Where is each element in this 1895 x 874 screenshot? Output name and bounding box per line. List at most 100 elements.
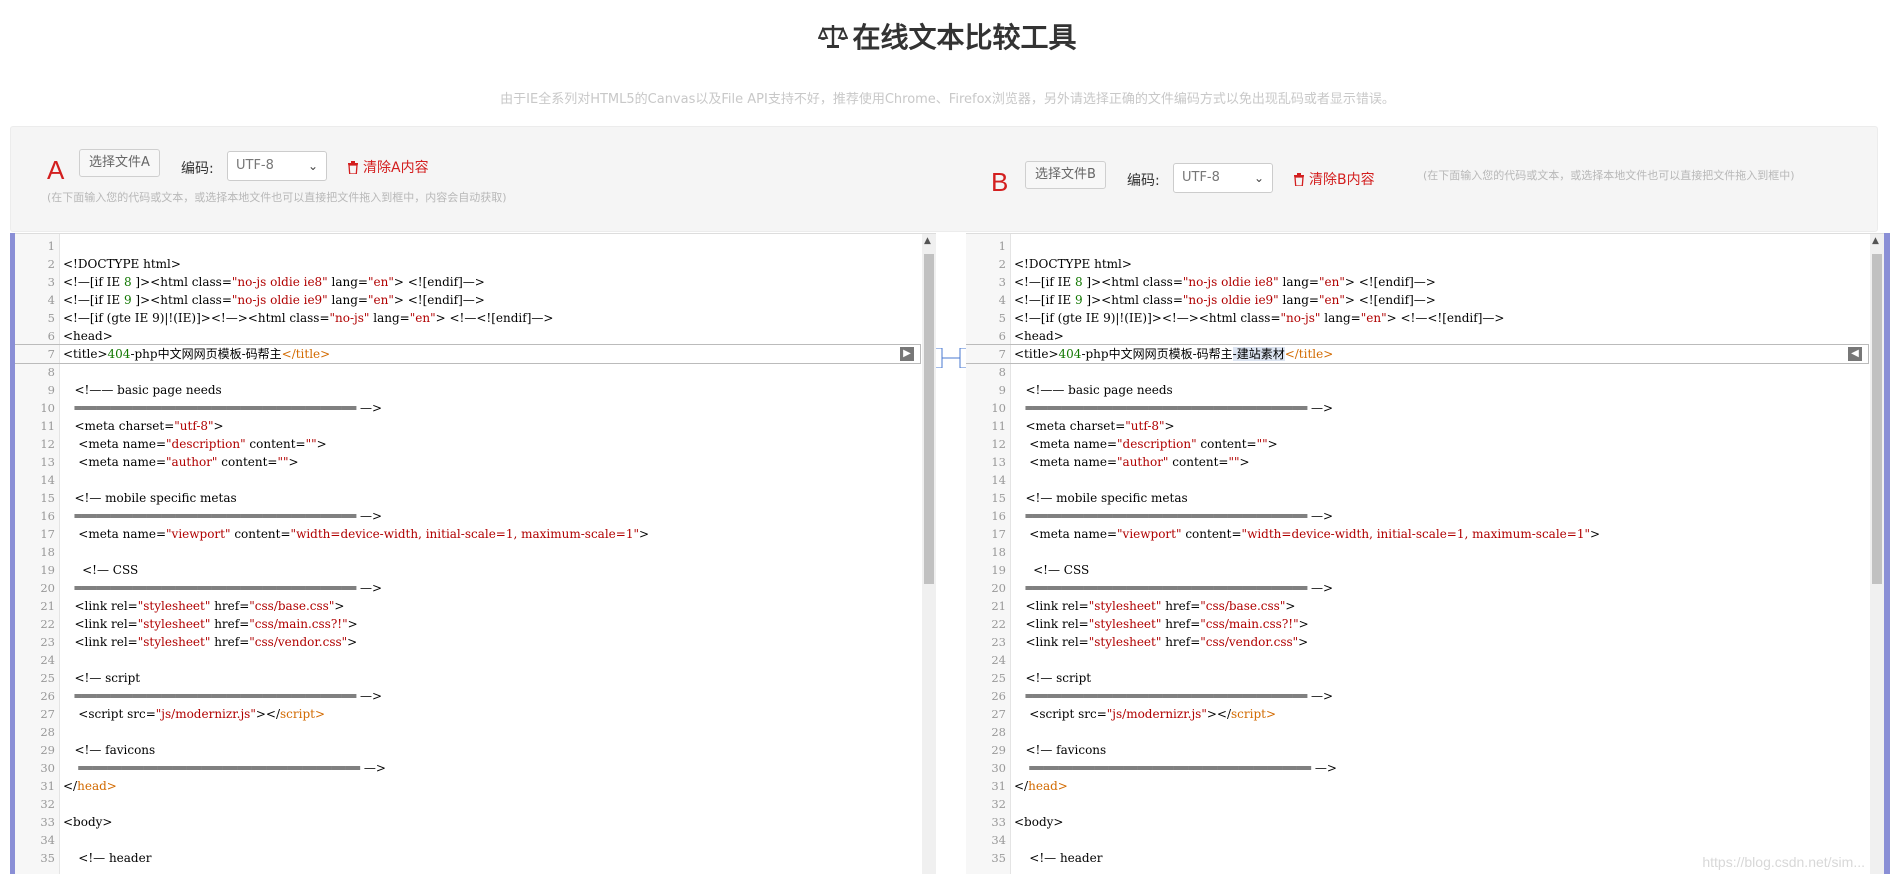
code-line[interactable]: 24	[15, 651, 920, 669]
code-line[interactable]: 31 </head>	[966, 777, 1868, 795]
code-line[interactable]: 8	[15, 363, 920, 381]
encoding-a-select[interactable]: UTF-8 ⌄	[227, 151, 327, 181]
diff-connector-gap	[936, 233, 966, 874]
code-line[interactable]: 25 <!— script	[15, 669, 920, 687]
editor-b-scrollbar[interactable]: ▲	[1870, 234, 1884, 874]
line-number: 3	[47, 275, 55, 289]
scroll-up-icon[interactable]: ▲	[1872, 236, 1879, 246]
code-line[interactable]: 29 <!— favicons	[15, 741, 920, 759]
code-line[interactable]: 7 <title>404-php中文网网页模板-码帮主-建站素材</title>	[966, 344, 1869, 364]
code-line[interactable]: 14	[966, 471, 1868, 489]
code-text: <!— mobile specific metas	[1014, 491, 1188, 505]
code-line[interactable]: 9 <!—— basic page needs	[966, 381, 1868, 399]
code-line[interactable]: 33 <body>	[966, 813, 1868, 831]
code-line[interactable]: 22 <link rel="stylesheet" href="css/main…	[15, 615, 920, 633]
editor-a-scrollbar[interactable]: ▲	[922, 234, 936, 874]
scroll-up-icon[interactable]: ▲	[924, 236, 931, 246]
code-line[interactable]: 33 <body>	[15, 813, 920, 831]
choose-file-b-button[interactable]: 选择文件B	[1025, 161, 1106, 189]
code-line[interactable]: 15 <!— mobile specific metas	[15, 489, 920, 507]
editor-b[interactable]: 1 2 <!DOCTYPE html> 3 <!—[if IE 8 ]><html cl…	[966, 233, 1884, 874]
code-text: <!— CSS	[1014, 563, 1090, 577]
code-text: <!—[if IE 8 ]><html class="no-js oldie i…	[1014, 275, 1436, 289]
code-line[interactable]: 11 <meta charset="utf-8">	[15, 417, 920, 435]
code-line[interactable]: 35 <!— header	[15, 849, 920, 867]
code-line[interactable]: 5 <!—[if (gte IE 9)|!(IE)]><!—><html clas…	[15, 309, 920, 327]
code-line[interactable]: 2 <!DOCTYPE html>	[966, 255, 1868, 273]
code-line[interactable]: 2 <!DOCTYPE html>	[15, 255, 920, 273]
line-number: 31	[40, 779, 55, 793]
code-line[interactable]: 28	[966, 723, 1868, 741]
code-line[interactable]: 5 <!—[if (gte IE 9)|!(IE)]><!—><html clas…	[966, 309, 1868, 327]
code-text: <!— favicons	[1014, 743, 1107, 757]
code-line[interactable]: 32	[966, 795, 1868, 813]
encoding-b-select[interactable]: UTF-8 ⌄	[1173, 163, 1273, 193]
code-line[interactable]: 30 ═════════════════════════════════════…	[966, 759, 1868, 777]
code-text: <!DOCTYPE html>	[1014, 257, 1132, 271]
code-line[interactable]: 27 <script src="js/modernizr.js"></scrip…	[966, 705, 1868, 723]
code-line[interactable]: 31 </head>	[15, 777, 920, 795]
editor-a[interactable]: 1 2 <!DOCTYPE html> 3 <!—[if IE 8 ]><html cl…	[15, 233, 936, 874]
balance-scale-icon	[818, 22, 849, 57]
code-line[interactable]: 19 <!— CSS	[15, 561, 920, 579]
line-number: 30	[40, 761, 55, 775]
encoding-a-label: 编码:	[181, 161, 214, 177]
code-line[interactable]: 17 <meta name="viewport" content="width=…	[966, 525, 1868, 543]
code-line[interactable]: 27 <script src="js/modernizr.js"></scrip…	[15, 705, 920, 723]
code-line[interactable]: 12 <meta name="description" content="">	[15, 435, 920, 453]
code-line[interactable]: 20 ═════════════════════════════════════…	[15, 579, 920, 597]
code-line[interactable]: 34	[966, 831, 1868, 849]
code-line[interactable]: 30 ═════════════════════════════════════…	[15, 759, 920, 777]
code-text: <!— header	[63, 851, 152, 865]
code-line[interactable]: 29 <!— favicons	[966, 741, 1868, 759]
line-number: 11	[40, 419, 55, 433]
code-line[interactable]: 20 ═════════════════════════════════════…	[966, 579, 1868, 597]
code-text: <!—[if IE 8 ]><html class="no-js oldie i…	[63, 275, 485, 289]
code-line[interactable]: 34	[15, 831, 920, 849]
code-line[interactable]: 15 <!— mobile specific metas	[966, 489, 1868, 507]
code-line[interactable]: 22 <link rel="stylesheet" href="css/main…	[966, 615, 1868, 633]
code-line[interactable]: 26 ═════════════════════════════════════…	[966, 687, 1868, 705]
code-line[interactable]: 4 <!—[if IE 9 ]><html class="no-js oldie …	[966, 291, 1868, 309]
code-line[interactable]: 8	[966, 363, 1868, 381]
code-line[interactable]: 1	[15, 237, 920, 255]
code-line[interactable]: 6 <head>	[966, 327, 1868, 345]
code-line[interactable]: 11 <meta charset="utf-8">	[966, 417, 1868, 435]
code-line[interactable]: 24	[966, 651, 1868, 669]
code-line[interactable]: 21 <link rel="stylesheet" href="css/base…	[15, 597, 920, 615]
code-line[interactable]: 26 ═════════════════════════════════════…	[15, 687, 920, 705]
code-line[interactable]: 18	[966, 543, 1868, 561]
code-line[interactable]: 4 <!—[if IE 9 ]><html class="no-js oldie …	[15, 291, 920, 309]
code-line[interactable]: 32	[15, 795, 920, 813]
merge-left-icon[interactable]: ◀	[1848, 347, 1862, 361]
code-line[interactable]: 3 <!—[if IE 8 ]><html class="no-js oldie …	[15, 273, 920, 291]
code-line[interactable]: 10 ═════════════════════════════════════…	[966, 399, 1868, 417]
code-line[interactable]: 1	[966, 237, 1868, 255]
editor-a-scroll-thumb[interactable]	[924, 254, 934, 584]
editor-b-scroll-thumb[interactable]	[1872, 254, 1882, 584]
code-line[interactable]: 14	[15, 471, 920, 489]
code-line[interactable]: 25 <!— script	[966, 669, 1868, 687]
code-line[interactable]: 7 <title>404-php中文网网页模板-码帮主</title>	[15, 344, 921, 364]
code-line[interactable]: 6 <head>	[15, 327, 920, 345]
encoding-b-label: 编码:	[1127, 173, 1160, 189]
merge-right-icon[interactable]: ▶	[900, 347, 914, 361]
code-line[interactable]: 18	[15, 543, 920, 561]
code-line[interactable]: 13 <meta name="author" content="">	[966, 453, 1868, 471]
code-line[interactable]: 28	[15, 723, 920, 741]
code-line[interactable]: 21 <link rel="stylesheet" href="css/base…	[966, 597, 1868, 615]
code-line[interactable]: 12 <meta name="description" content="">	[966, 435, 1868, 453]
code-line[interactable]: 23 <link rel="stylesheet" href="css/vend…	[966, 633, 1868, 651]
code-line[interactable]: 16 ═════════════════════════════════════…	[966, 507, 1868, 525]
choose-file-a-button[interactable]: 选择文件A	[79, 149, 160, 177]
code-line[interactable]: 13 <meta name="author" content="">	[15, 453, 920, 471]
code-line[interactable]: 17 <meta name="viewport" content="width=…	[15, 525, 920, 543]
code-line[interactable]: 9 <!—— basic page needs	[15, 381, 920, 399]
code-line[interactable]: 16 ═════════════════════════════════════…	[15, 507, 920, 525]
code-line[interactable]: 19 <!— CSS	[966, 561, 1868, 579]
clear-b-button[interactable]: 清除B内容	[1293, 169, 1375, 190]
code-line[interactable]: 23 <link rel="stylesheet" href="css/vend…	[15, 633, 920, 651]
code-line[interactable]: 3 <!—[if IE 8 ]><html class="no-js oldie …	[966, 273, 1868, 291]
code-line[interactable]: 10 ═════════════════════════════════════…	[15, 399, 920, 417]
clear-a-button[interactable]: 清除A内容	[347, 157, 429, 178]
